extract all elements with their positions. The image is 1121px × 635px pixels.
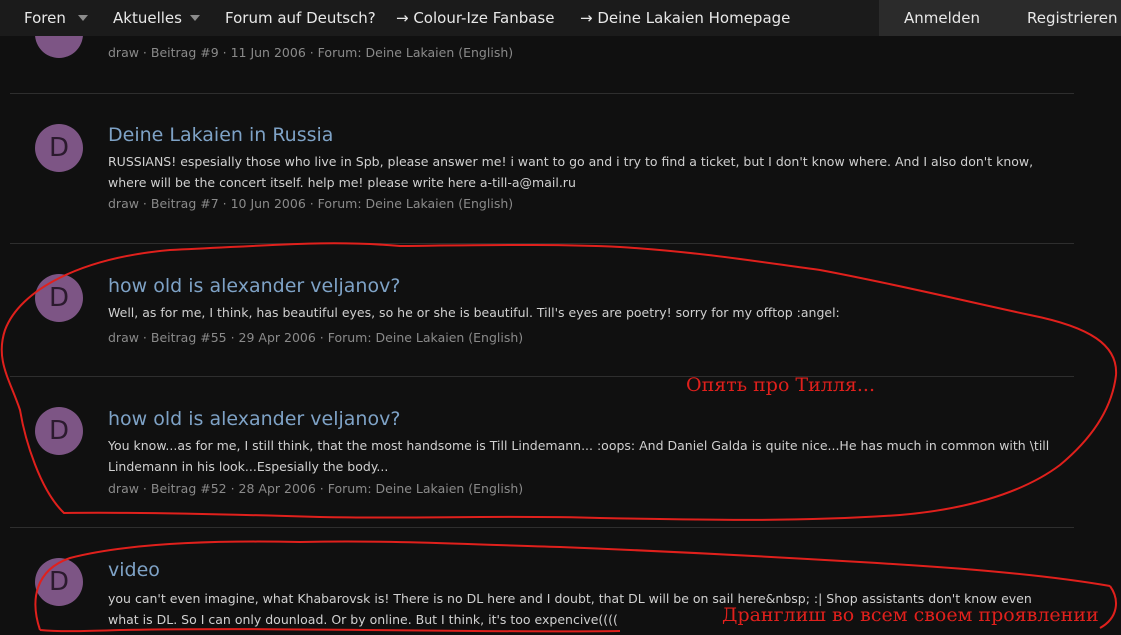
nav-deine-lakaien-homepage[interactable]: → Deine Lakaien Homepage (580, 0, 790, 36)
result-snippet: RUSSIANS! espesially those who live in S… (108, 154, 1034, 190)
search-results: draw · Beitrag #9 · 11 Jun 2006 · Forum:… (10, 10, 1074, 634)
login-link[interactable]: Anmelden (904, 0, 980, 36)
nav-aktuelles[interactable]: Aktuelles (113, 0, 182, 36)
foren-dropdown-icon[interactable] (78, 15, 88, 21)
search-result-item: D how old is alexander veljanov? Well, a… (10, 243, 1074, 377)
annotation-note-drangl: Дранглиш во всем своем проявлении (722, 604, 1099, 626)
search-result-item: D Deine Lakaien in Russia RUSSIANS! espe… (10, 93, 1074, 244)
result-snippet: Well, as for me, I think, has beautiful … (108, 305, 840, 320)
avatar[interactable]: D (35, 124, 83, 172)
result-meta: draw · Beitrag #9 · 11 Jun 2006 · Forum:… (108, 45, 514, 60)
avatar[interactable]: D (35, 274, 83, 322)
result-title-link[interactable]: how old is alexander veljanov? (108, 408, 400, 430)
aktuelles-dropdown-icon[interactable] (190, 15, 200, 21)
result-title-link[interactable]: how old is alexander veljanov? (108, 275, 400, 297)
nav-foren[interactable]: Foren (24, 0, 66, 36)
account-area: Anmelden Registrieren (879, 0, 1121, 36)
avatar[interactable]: D (35, 407, 83, 455)
result-meta: draw · Beitrag #55 · 29 Apr 2006 · Forum… (108, 330, 524, 345)
avatar[interactable]: D (35, 558, 83, 606)
search-result-item: D how old is alexander veljanov? You kno… (10, 376, 1074, 528)
nav-colour-ize-fanbase[interactable]: → Colour-Ize Fanbase (396, 0, 554, 36)
top-navigation: Foren Aktuelles Forum auf Deutsch? → Col… (0, 0, 1121, 36)
nav-forum-auf-deutsch[interactable]: Forum auf Deutsch? (225, 0, 376, 36)
register-link[interactable]: Registrieren (1027, 0, 1118, 36)
result-title-link[interactable]: Deine Lakaien in Russia (108, 124, 333, 146)
result-meta: draw · Beitrag #7 · 10 Jun 2006 · Forum:… (108, 196, 514, 211)
result-meta: draw · Beitrag #52 · 28 Apr 2006 · Forum… (108, 481, 524, 496)
result-title-link[interactable]: video (108, 559, 160, 581)
result-snippet: You know...as for me, I still think, tha… (108, 438, 1050, 474)
annotation-note-till: Опять про Тилля... (686, 374, 876, 396)
